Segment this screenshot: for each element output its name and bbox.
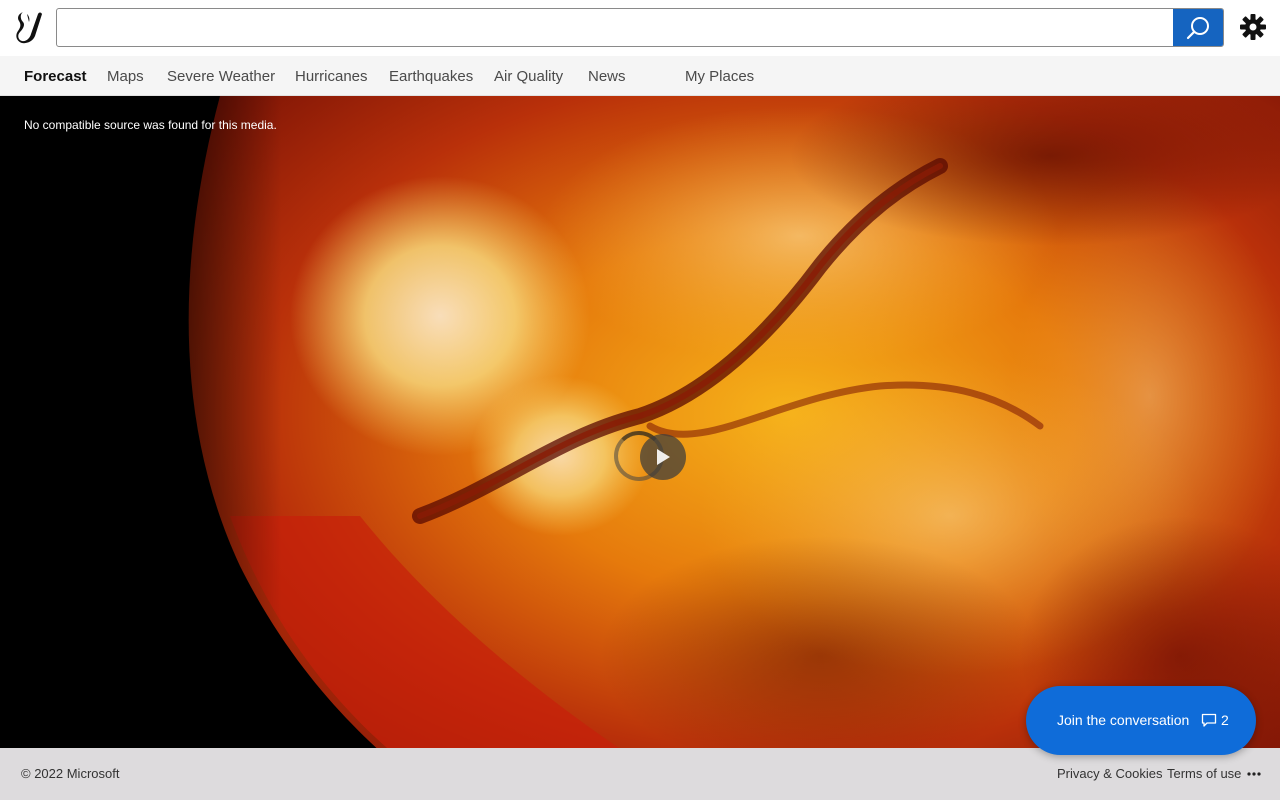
play-button[interactable]: [640, 434, 686, 480]
main-nav: Forecast Maps Severe Weather Hurricanes …: [0, 56, 1280, 96]
nav-item-air-quality[interactable]: Air Quality: [494, 68, 563, 85]
search-box: [56, 8, 1224, 47]
nav-item-news[interactable]: News: [588, 68, 626, 85]
nav-item-maps[interactable]: Maps: [107, 68, 144, 85]
nav-item-severe-weather[interactable]: Severe Weather: [167, 68, 275, 85]
search-icon: [1186, 16, 1209, 39]
privacy-cookies-link[interactable]: Privacy & Cookies: [1057, 766, 1162, 781]
search-button[interactable]: [1173, 9, 1223, 46]
nav-item-forecast[interactable]: Forecast: [24, 68, 87, 85]
solar-flare-image: [0, 96, 1280, 748]
nav-item-hurricanes[interactable]: Hurricanes: [295, 68, 368, 85]
nav-item-my-places[interactable]: My Places: [685, 68, 754, 85]
more-icon[interactable]: [1247, 772, 1261, 776]
play-icon: [657, 449, 670, 465]
video-player[interactable]: No compatible source was found for this …: [0, 96, 1280, 748]
copyright-text: © 2022 Microsoft: [21, 766, 120, 781]
header: [0, 0, 1280, 56]
join-conversation-label: Join the conversation: [1057, 712, 1190, 728]
comment-count: 2: [1221, 712, 1229, 728]
terms-of-use-link[interactable]: Terms of use: [1167, 766, 1241, 781]
bing-weather-logo-icon[interactable]: [14, 10, 44, 44]
media-error-message: No compatible source was found for this …: [24, 118, 277, 132]
search-input[interactable]: [57, 9, 1173, 46]
gear-icon[interactable]: [1238, 12, 1268, 42]
nav-item-earthquakes[interactable]: Earthquakes: [389, 68, 473, 85]
comment-icon: [1201, 713, 1217, 727]
join-conversation-button[interactable]: Join the conversation 2: [1026, 686, 1256, 755]
footer: © 2022 Microsoft Privacy & Cookies Terms…: [0, 748, 1280, 800]
